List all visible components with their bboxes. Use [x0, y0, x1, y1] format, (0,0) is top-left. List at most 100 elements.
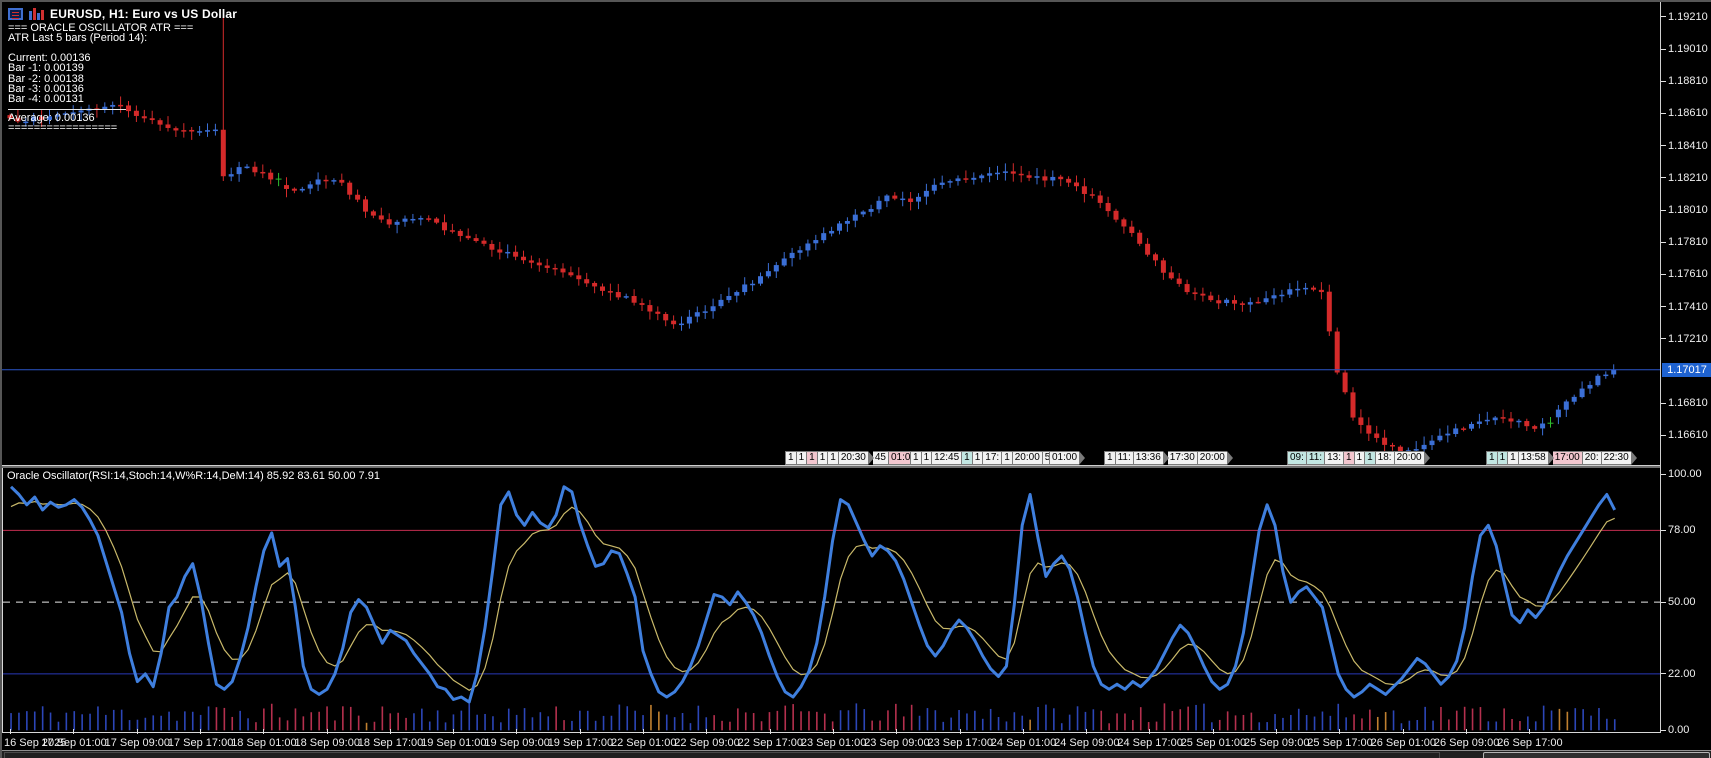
time-axis[interactable]: 16 Sep 2025 17 Sep 01:00 17 Sep 09:00 17 Se…	[2, 729, 1711, 750]
atr-divider	[8, 108, 126, 110]
price-axis-tick	[1661, 16, 1666, 18]
time-tag-group: 1 1 1 13:58 17:00 20: 22:30	[1486, 451, 1637, 465]
time-tag[interactable]: 20:00	[1012, 451, 1043, 465]
time-axis-label: 17 Sep 09:00	[104, 737, 171, 749]
time-tag[interactable]: 11:	[1115, 451, 1134, 465]
price-axis-tick	[1661, 402, 1666, 404]
time-tag[interactable]: 1	[828, 451, 839, 465]
time-axis-tick	[896, 729, 898, 734]
atr-footer-rule: =================	[8, 122, 118, 135]
time-axis-label: 23 Sep 17:00	[927, 737, 993, 749]
price-axis-tick	[1661, 306, 1666, 308]
time-axis-tick	[516, 729, 518, 734]
time-tag[interactable]: 01:00	[1049, 451, 1086, 465]
time-tag[interactable]: 09:	[1287, 451, 1307, 465]
time-tag[interactable]: 17:00	[1552, 451, 1583, 465]
time-tag[interactable]: 13:	[1325, 451, 1344, 465]
time-tag-group: 1 11: 13:36 17:30 20:00	[1104, 451, 1233, 465]
time-tag[interactable]: 1	[910, 451, 922, 465]
time-axis-tick	[959, 729, 961, 734]
time-tag-group: 09: 11: 13: 1 1 1 18: 20:00	[1287, 451, 1430, 465]
time-tag[interactable]: 22:30	[1601, 451, 1637, 465]
time-axis-tick	[263, 729, 265, 734]
time-tag[interactable]: 1	[1497, 451, 1509, 465]
time-tag[interactable]: 1	[785, 451, 797, 465]
price-chart-canvas[interactable]	[2, 2, 1660, 465]
time-tag[interactable]: 1	[1343, 451, 1355, 465]
time-tag[interactable]: 17:	[983, 451, 1003, 465]
time-tag[interactable]: 1	[1104, 451, 1116, 465]
time-axis-label: 17 Sep 01:00	[41, 737, 107, 749]
price-axis-tick	[1661, 241, 1666, 243]
price-axis-tick	[1661, 209, 1666, 211]
price-axis[interactable]: 1.17017 1.19210 1.19010 1.18810 1.18610 1.18…	[1660, 2, 1711, 736]
time-axis-label: 25 Sep 01:00	[1180, 737, 1247, 749]
time-tag[interactable]: 1	[962, 451, 973, 465]
time-tag[interactable]: 1	[1508, 451, 1519, 465]
time-tag[interactable]: 1	[807, 451, 818, 465]
time-axis-label: 26 Sep 01:00	[1370, 737, 1437, 749]
time-tag[interactable]: 1	[921, 451, 933, 465]
oscillator-axis-tick	[1661, 473, 1666, 475]
time-axis-tick	[706, 729, 708, 734]
time-tag[interactable]: 1	[1365, 451, 1376, 465]
price-axis-tick	[1661, 338, 1666, 340]
price-axis-label: 1.18810	[1668, 75, 1708, 88]
time-axis-label: 24 Sep 01:00	[990, 737, 1057, 749]
time-tag[interactable]: 1	[1002, 451, 1013, 465]
price-axis-label: 1.17610	[1668, 268, 1708, 281]
time-tag[interactable]: 13:36	[1133, 451, 1169, 465]
time-tag[interactable]: 45	[872, 451, 889, 465]
horizontal-scrollbar[interactable]	[2, 750, 1711, 758]
scrollbar-thumb[interactable]	[1483, 752, 1710, 758]
time-axis-label: 19 Sep 17:00	[547, 737, 614, 749]
time-tag[interactable]: 1	[1354, 451, 1366, 465]
price-axis-label: 1.18610	[1668, 107, 1708, 120]
time-axis-tick	[10, 729, 11, 734]
time-axis-tick	[199, 729, 201, 734]
time-tag[interactable]: 1	[796, 451, 808, 465]
oscillator-axis-label: 78.00	[1668, 524, 1696, 537]
time-axis-tick	[389, 729, 391, 734]
journal-icon[interactable]	[8, 8, 23, 20]
price-axis-tick	[1661, 434, 1666, 436]
time-axis-tick	[1276, 729, 1277, 734]
oscillator-window[interactable]: Oracle Oscillator(RSI:14,Stoch:14,W%R:14…	[2, 468, 1660, 733]
time-axis-label: 25 Sep 17:00	[1307, 737, 1373, 749]
time-axis-label: 17 Sep 17:00	[167, 737, 234, 749]
time-tag-group: 01:00	[1049, 451, 1086, 465]
price-axis-label: 1.16810	[1668, 397, 1708, 410]
time-tag[interactable]: 1	[1486, 451, 1498, 465]
time-tag[interactable]: 12:45	[932, 451, 963, 465]
time-tag[interactable]: 20:	[1582, 451, 1602, 465]
time-tag[interactable]: 1	[972, 451, 984, 465]
time-axis-label: 22 Sep 01:00	[611, 737, 677, 749]
atr-subheader: ATR Last 5 bars (Period 14):	[8, 32, 148, 45]
price-axis-tick	[1661, 80, 1666, 82]
time-tag-group: 1 1 1 1 1 20:30 45 01:00	[785, 451, 925, 465]
time-axis-label: 18 Sep 17:00	[357, 737, 424, 749]
time-tag[interactable]: 11:	[1306, 451, 1326, 465]
oscillator-axis-tick	[1661, 729, 1666, 731]
time-axis-tick	[1149, 729, 1151, 734]
atr-indicator-panel: === ORACLE OSCILLATOR ATR === ATR Last 5…	[8, 22, 193, 135]
price-chart-area[interactable]: EURUSD, H1: Euro vs US Dollar === ORACLE…	[2, 2, 1660, 465]
time-tag[interactable]: 20:00	[1197, 451, 1233, 465]
price-axis-label: 1.19210	[1668, 10, 1708, 23]
scrollbar-track[interactable]	[4, 752, 1440, 758]
time-axis-tick	[579, 729, 581, 734]
time-axis-label: 18 Sep 01:00	[231, 737, 297, 749]
time-tag[interactable]: 13:58	[1518, 451, 1554, 465]
price-axis-label: 1.16610	[1668, 429, 1708, 442]
time-tag[interactable]: 20:30	[838, 451, 874, 465]
time-tag[interactable]: 1	[817, 451, 829, 465]
oscillator-canvas[interactable]	[3, 468, 1660, 732]
time-tag[interactable]: 17:30	[1167, 451, 1198, 465]
oscillator-label: Oracle Oscillator(RSI:14,Stoch:14,W%R:14…	[7, 470, 380, 482]
time-tag-group: 1 1 12:45 1 1 17: 1 20:00 5	[910, 451, 1058, 465]
time-tag[interactable]: 18:	[1375, 451, 1395, 465]
price-axis-label: 1.18410	[1668, 139, 1708, 152]
time-axis-label: 18 Sep 09:00	[294, 737, 360, 749]
bars-icon[interactable]	[29, 8, 44, 20]
time-tag[interactable]: 20:00	[1394, 451, 1430, 465]
